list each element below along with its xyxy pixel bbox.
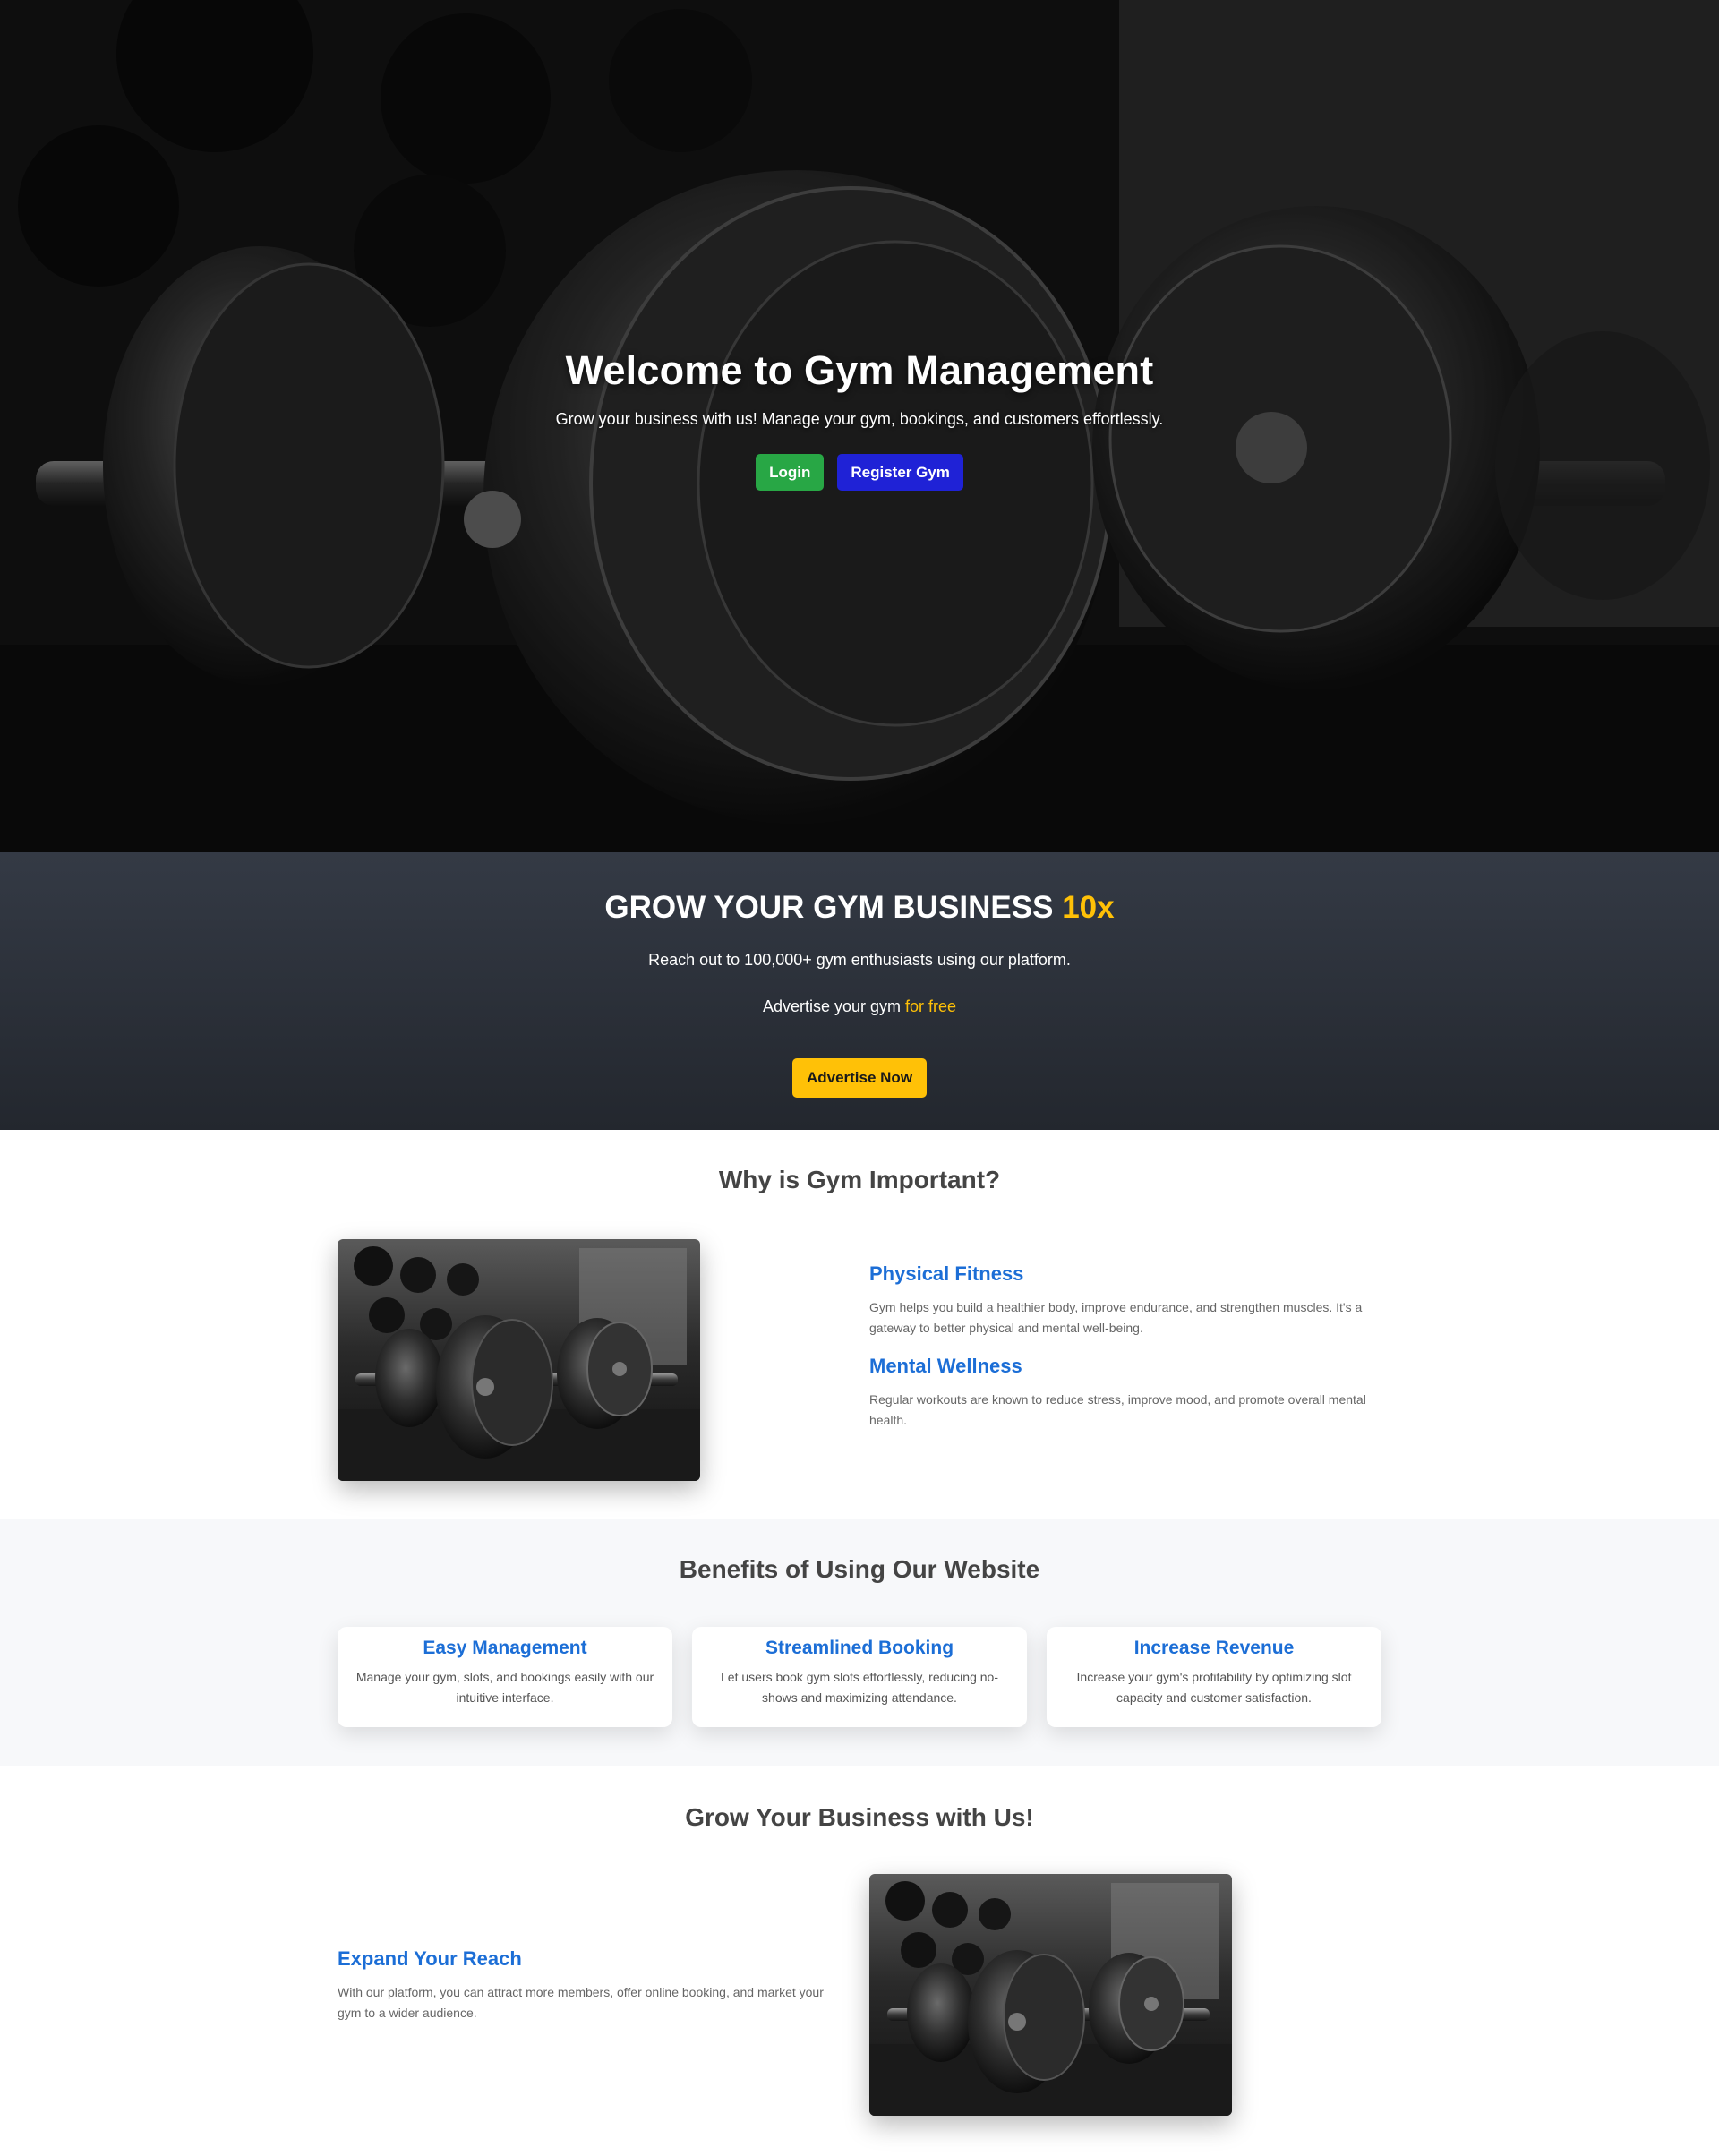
why-section: Why is Gym Important? Physical Fitness G…	[0, 1130, 1719, 1519]
feature-physical-fitness: Physical Fitness Gym helps you build a h…	[869, 1262, 1384, 1339]
benefit-card-title: Increase Revenue	[1133, 1638, 1295, 1658]
why-section-title: Why is Gym Important?	[718, 1166, 1001, 1194]
benefits-section: Benefits of Using Our Website Easy Manag…	[0, 1519, 1719, 1766]
benefits-section-title: Benefits of Using Our Website	[679, 1555, 1040, 1583]
benefit-card-easy-management: Easy Management Manage your gym, slots, …	[338, 1627, 672, 1727]
promo-reach-text: Reach out to 100,000+ gym enthusiasts us…	[648, 951, 1071, 969]
why-dumbbell-image	[338, 1239, 700, 1481]
benefit-card-increase-revenue: Increase Revenue Increase your gym's pro…	[1047, 1627, 1381, 1727]
feature-description: Gym helps you build a healthier body, im…	[869, 1300, 1363, 1335]
benefit-card-streamlined-booking: Streamlined Booking Let users book gym s…	[692, 1627, 1027, 1727]
grow-feature-title: Expand Your Reach	[338, 1947, 522, 1970]
feature-description: Regular workouts are known to reduce str…	[869, 1392, 1366, 1427]
benefit-card-description: Let users book gym slots effortlessly, r…	[721, 1670, 998, 1705]
hero-subtitle: Grow your business with us! Manage your …	[555, 410, 1164, 428]
benefit-cards: Easy Management Manage your gym, slots, …	[338, 1627, 1381, 1727]
feature-title: Mental Wellness	[869, 1355, 1022, 1377]
promo-title-accent: 10x	[1062, 890, 1115, 925]
feature-title: Physical Fitness	[869, 1262, 1024, 1285]
login-button[interactable]: Login	[756, 454, 825, 491]
grow-section: Grow Your Business with Us! Expand Your …	[0, 1766, 1719, 2156]
promo-advertise-accent: for free	[905, 997, 957, 1015]
grow-feature-description: With our platform, you can attract more …	[338, 1985, 824, 2020]
promo-section: GROW YOUR GYM BUSINESS 10x Reach out to …	[0, 852, 1719, 1130]
benefit-card-title: Streamlined Booking	[765, 1638, 954, 1658]
feature-mental-wellness: Mental Wellness Regular workouts are kno…	[869, 1355, 1384, 1431]
grow-dumbbell-image	[869, 1874, 1232, 2116]
benefit-card-description: Increase your gym's profitability by opt…	[1076, 1670, 1352, 1705]
grow-feature: Expand Your Reach With our platform, you…	[338, 1947, 848, 2023]
advertise-now-button[interactable]: Advertise Now	[791, 1058, 928, 1098]
register-gym-button[interactable]: Register Gym	[837, 454, 963, 491]
promo-title-main: GROW YOUR GYM BUSINESS	[604, 890, 1063, 925]
promo-advertise-main: Advertise your gym	[762, 997, 906, 1015]
why-feature-list: Physical Fitness Gym helps you build a h…	[869, 1262, 1384, 1431]
promo-title: GROW YOUR GYM BUSINESS 10x	[0, 890, 1719, 926]
benefit-card-description: Manage your gym, slots, and bookings eas…	[355, 1670, 654, 1705]
grow-section-title: Grow Your Business with Us!	[685, 1803, 1034, 1831]
hero-section: Welcome to Gym Management Grow your busi…	[0, 0, 1719, 852]
hero-title: Welcome to Gym Management	[565, 347, 1154, 393]
promo-advertise-text: Advertise your gym for free	[0, 997, 1719, 1016]
hero-content: Welcome to Gym Management Grow your busi…	[0, 347, 1719, 491]
benefit-card-title: Easy Management	[423, 1638, 587, 1658]
hero-buttons: Login Register Gym	[0, 454, 1719, 491]
